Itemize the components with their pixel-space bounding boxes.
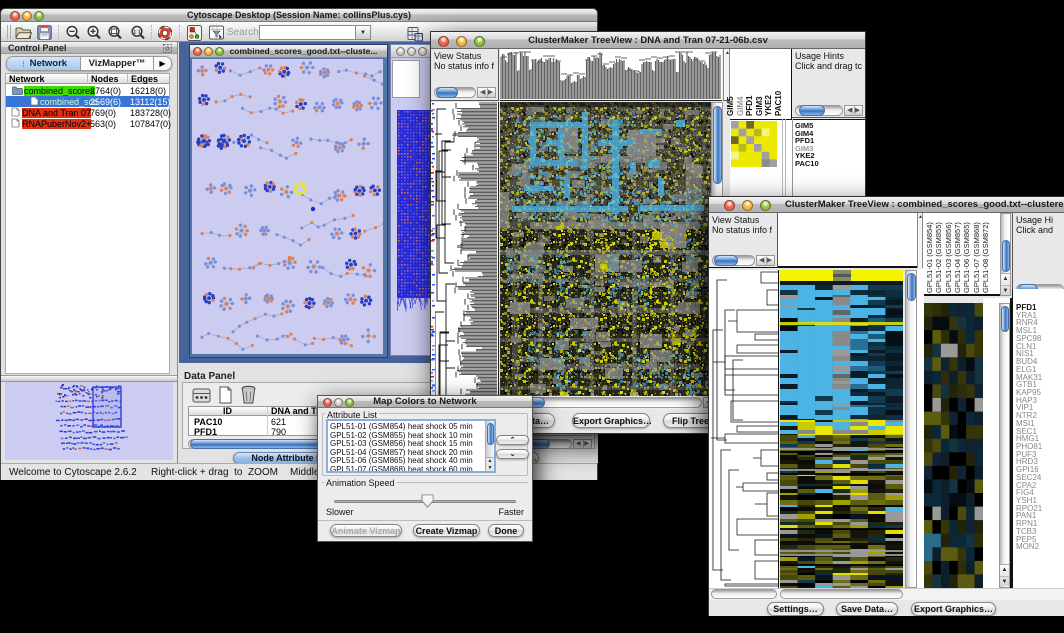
svg-text:1:1: 1:1 [133,29,140,35]
